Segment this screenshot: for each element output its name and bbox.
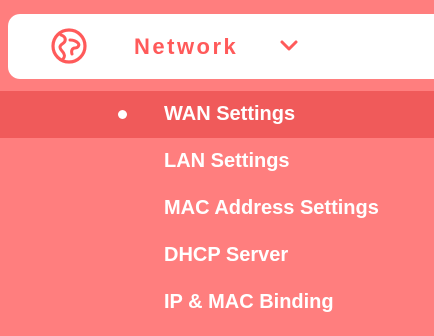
network-menu-header[interactable]: Network <box>8 14 434 79</box>
submenu-item-wan-settings[interactable]: WAN Settings <box>0 91 434 138</box>
active-indicator-dot <box>118 110 127 119</box>
submenu-item-ip-mac-binding[interactable]: IP & MAC Binding <box>0 279 434 326</box>
network-submenu: WAN Settings LAN Settings MAC Address Se… <box>0 91 434 326</box>
submenu-item-label: LAN Settings <box>164 150 290 172</box>
submenu-item-lan-settings[interactable]: LAN Settings <box>0 138 434 185</box>
submenu-item-dhcp-server[interactable]: DHCP Server <box>0 232 434 279</box>
submenu-item-label: IP & MAC Binding <box>164 291 334 313</box>
submenu-item-label: MAC Address Settings <box>164 197 379 219</box>
submenu-item-mac-address-settings[interactable]: MAC Address Settings <box>0 185 434 232</box>
network-menu-title: Network <box>134 34 239 59</box>
submenu-item-label: WAN Settings <box>164 103 296 125</box>
submenu-item-label: DHCP Server <box>164 244 289 266</box>
globe-icon <box>51 28 87 64</box>
chevron-down-icon <box>280 40 298 51</box>
